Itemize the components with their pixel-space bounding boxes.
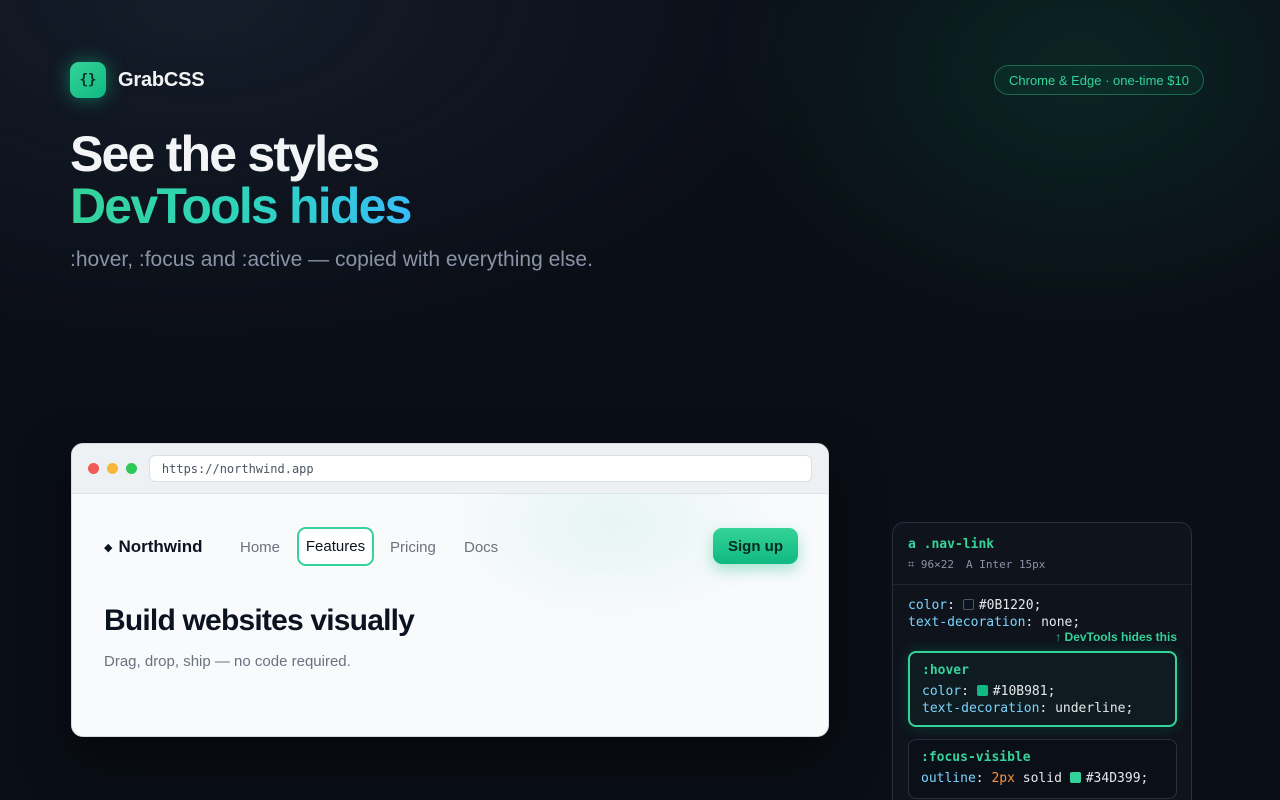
address-bar[interactable]: https://northwind.app	[148, 455, 812, 482]
color-swatch[interactable]	[962, 599, 974, 610]
hover-label: :hover	[922, 663, 969, 678]
window-minimize-dot	[106, 463, 118, 474]
brand-name: GrabCSS	[118, 68, 205, 91]
color-swatch[interactable]	[976, 685, 988, 696]
site-logo-text: Northwind	[118, 537, 203, 556]
diamond-icon: ◆	[104, 541, 113, 554]
signup-button[interactable]: Sign up	[713, 528, 798, 564]
css-inspector-panel: a .nav-link ⌗ 96×22 A Inter 15px color: …	[892, 522, 1192, 800]
prop-value: underline;	[1055, 701, 1134, 716]
color-swatch[interactable]	[1069, 772, 1081, 783]
devtools-hides-note: ↑ DevTools hides this	[1055, 630, 1177, 644]
declaration-text-decoration[interactable]: text-decoration: underline;	[922, 700, 1163, 717]
font-icon: A	[965, 558, 973, 571]
nav-link-pricing[interactable]: Pricing	[390, 539, 436, 556]
declaration-text-decoration[interactable]: text-decoration: none;	[908, 614, 1080, 631]
declaration-color[interactable]: color: #10B981;	[922, 683, 1163, 700]
font-info: A Inter 15px	[966, 558, 1045, 572]
prop-value: #0B1220	[978, 598, 1034, 613]
site-subheadline: Drag, drop, ship — no code required.	[104, 653, 351, 670]
prop-name: color	[908, 598, 948, 613]
nav-link-features[interactable]: Features	[297, 527, 374, 566]
element-selector: a .nav-link	[908, 537, 995, 552]
brand-logo-icon: {}	[70, 62, 106, 98]
declaration-color[interactable]: color: #0B1220;	[908, 597, 1080, 614]
prop-value-color: #34D399;	[1085, 771, 1149, 786]
focus-visible-label: :focus-visible	[921, 750, 1031, 765]
site-logo[interactable]: ◆ Northwind	[104, 537, 203, 557]
site-headline: Build websites visually	[104, 604, 415, 637]
pricing-badge: Chrome & Edge · one-time $10	[994, 65, 1204, 95]
nav-link-home[interactable]: Home	[240, 539, 280, 556]
declaration-outline[interactable]: outline: 2px solid #34D399;	[921, 770, 1164, 787]
window-maximize-dot	[125, 463, 137, 474]
prop-name: outline	[921, 771, 976, 786]
base-declarations: color: #0B1220; text-decoration: none;	[908, 597, 1080, 631]
crop-icon: ⌗	[908, 558, 915, 571]
prop-name: color	[922, 684, 962, 699]
hover-state-block[interactable]: :hover color: #10B981; text-decoration: …	[908, 651, 1177, 727]
browser-mockup: https://northwind.app ◆ Northwind Home F…	[71, 443, 829, 737]
browser-toolbar: https://northwind.app	[72, 444, 828, 494]
prop-name: text-decoration	[922, 701, 1040, 716]
hero-title-line2: DevTools hides	[70, 178, 412, 234]
element-font: Inter 15px	[979, 558, 1046, 571]
focus-visible-state-block[interactable]: :focus-visible outline: 2px solid #34D39…	[908, 739, 1177, 799]
window-close-dot	[88, 463, 99, 474]
hero-title-line1: See the styles	[70, 126, 380, 182]
size-info: ⌗ 96×22	[908, 558, 954, 572]
prop-name: text-decoration	[908, 615, 1026, 630]
element-meta: ⌗ 96×22 A Inter 15px	[908, 558, 1176, 572]
prop-value-width: 2px	[991, 771, 1015, 786]
nav-link-docs[interactable]: Docs	[464, 539, 498, 556]
site-preview: ◆ Northwind Home Features Pricing Docs S…	[72, 494, 828, 736]
prop-value: none;	[1041, 615, 1081, 630]
element-size: 96×22	[920, 558, 954, 571]
inspector-header: a .nav-link ⌗ 96×22 A Inter 15px	[893, 523, 1191, 585]
prop-value-style: solid	[1022, 771, 1062, 786]
prop-value: #10B981;	[992, 684, 1056, 699]
brand[interactable]: {} GrabCSS	[70, 62, 205, 98]
hero-subtitle: :hover, :focus and :active — copied with…	[70, 248, 593, 271]
